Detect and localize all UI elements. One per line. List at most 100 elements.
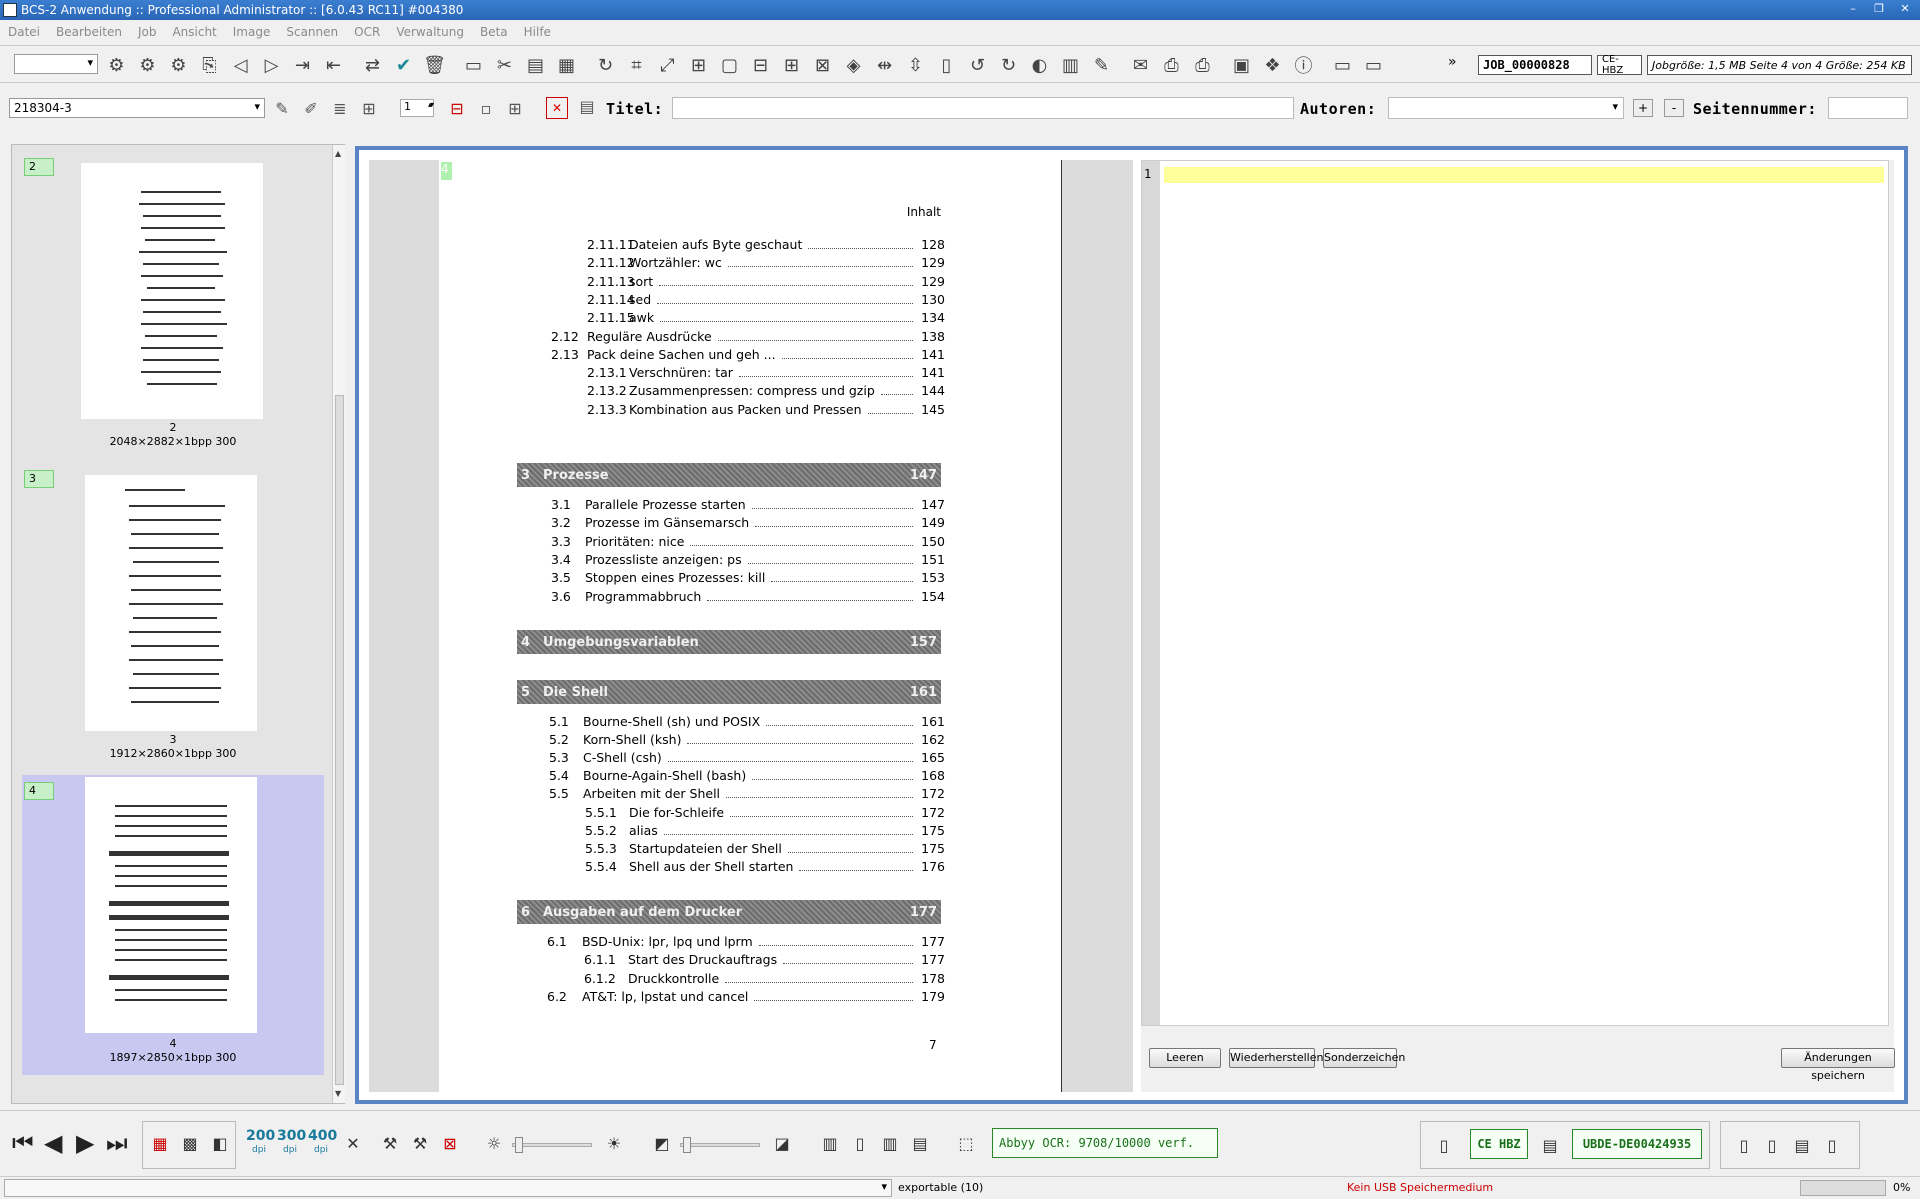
export-icon[interactable]: ⎘	[197, 52, 222, 78]
scanner-icon[interactable]: ▯	[1432, 1133, 1456, 1157]
flip-icon[interactable]: ◈	[841, 52, 866, 78]
tool-c-icon[interactable]: ⊠	[438, 1131, 462, 1155]
wiederherstellen-button[interactable]: Wiederherstellen	[1229, 1048, 1323, 1068]
export-device-icon[interactable]: ▯	[1732, 1133, 1756, 1157]
bw-mode-icon[interactable]: ◧	[208, 1131, 232, 1155]
thumbnail-page-4[interactable]: 4 4 1897×2850×1bpp 300	[22, 775, 324, 1075]
brightness-slider[interactable]	[512, 1137, 592, 1153]
scan-settings-icon[interactable]: ⚙	[135, 52, 160, 78]
export-page-icon[interactable]: ▯	[1760, 1133, 1784, 1157]
send-icon[interactable]: ⇥	[290, 52, 315, 78]
menu-ansicht[interactable]: Ansicht	[164, 25, 224, 39]
presentation-icon[interactable]: ▭	[1361, 52, 1386, 78]
add-author-button[interactable]: +	[1633, 99, 1653, 117]
grid-icon[interactable]: ⊠	[810, 52, 835, 78]
metadata-edit-icon[interactable]: ▤	[576, 97, 598, 119]
page-spinner[interactable]: 1	[400, 99, 434, 117]
maximize-button[interactable]: ❐	[1868, 0, 1890, 18]
draw-tool-icon[interactable]: ✎	[270, 96, 294, 120]
save-disk-icon[interactable]: ▣	[1229, 52, 1254, 78]
menu-ocr[interactable]: OCR	[346, 25, 388, 39]
paste-icon[interactable]: ▤	[523, 52, 548, 78]
thumbnail-page-2[interactable]: 2 2 2048×2882×1bpp 300	[22, 151, 324, 451]
sonderzeichen-button[interactable]: Sonderzeichen	[1323, 1048, 1405, 1068]
page-icon[interactable]: ▯	[934, 52, 959, 78]
scrollbar-thumb[interactable]	[335, 395, 344, 1085]
delete-x-icon[interactable]: ✕	[546, 97, 568, 119]
export-columns-icon[interactable]: ▯	[1820, 1133, 1844, 1157]
add-list-icon[interactable]: ≣	[328, 96, 352, 120]
previous-page-icon[interactable]: ◀	[44, 1129, 62, 1157]
remove-region-icon[interactable]: ⊟	[445, 96, 469, 120]
profile-select[interactable]	[14, 54, 98, 74]
split-horizontal-icon[interactable]: ⊟	[748, 52, 773, 78]
info-icon[interactable]: ⓘ	[1291, 52, 1316, 78]
color-mode-icon[interactable]: ▦	[148, 1131, 172, 1155]
menu-verwaltung[interactable]: Verwaltung	[388, 25, 472, 39]
device-icon[interactable]: ▤	[1538, 1133, 1562, 1157]
rotate-right-icon[interactable]: ↻	[996, 52, 1021, 78]
menu-scannen[interactable]: Scannen	[278, 25, 346, 39]
page-image-area[interactable]: 4 Inhalt 2.11.11 Dateien aufs Byte gescha…	[369, 160, 1133, 1092]
document-select[interactable]: 218304-3	[9, 98, 265, 118]
contrast-slider-knob[interactable]	[683, 1137, 691, 1153]
trash-icon[interactable]: 🗑	[422, 52, 447, 78]
split-icon[interactable]: ▦	[554, 52, 579, 78]
crop-icon[interactable]: ⌗	[624, 52, 649, 78]
brightness-slider-knob[interactable]	[515, 1137, 523, 1153]
region-icon[interactable]: ▫	[474, 96, 498, 120]
dropbox-icon[interactable]: ❖	[1260, 52, 1285, 78]
rotate-icon[interactable]: ↻	[593, 52, 618, 78]
double-page-icon[interactable]: ▥	[878, 1131, 902, 1155]
leeren-button[interactable]: Leeren	[1149, 1048, 1221, 1068]
mail-icon[interactable]: ✉	[1128, 52, 1153, 78]
toolbar-overflow-chevron-icon[interactable]: »	[1448, 54, 1457, 70]
save-changes-button[interactable]: Änderungen speichern	[1781, 1048, 1895, 1082]
split-page-icon[interactable]: ⊞	[686, 52, 711, 78]
frame-icon[interactable]: ▢	[717, 52, 742, 78]
swap-icon[interactable]: ⇄	[360, 52, 385, 78]
first-page-icon[interactable]: ⏮	[12, 1129, 34, 1157]
rotate-left-icon[interactable]: ↺	[965, 52, 990, 78]
open-book-icon[interactable]: ▤	[908, 1131, 932, 1155]
book-view-icon[interactable]: ▥	[818, 1131, 842, 1155]
checkmark-icon[interactable]: ✔	[391, 52, 416, 78]
mirror-v-icon[interactable]: ⇳	[903, 52, 928, 78]
clipboard-icon[interactable]: ▭	[461, 52, 486, 78]
edit-pen-icon[interactable]: ✎	[1089, 52, 1114, 78]
menu-image[interactable]: Image	[225, 25, 279, 39]
grayscale-mode-icon[interactable]: ▩	[178, 1131, 202, 1155]
deskew-icon[interactable]: ⤢	[655, 52, 680, 78]
thumbnail-page-3[interactable]: 3 3 1912×2860×1bpp 300	[22, 463, 324, 763]
close-button[interactable]: ✕	[1894, 0, 1916, 18]
contrast-slider[interactable]	[680, 1137, 760, 1153]
ocr-region-icon[interactable]: ⬚	[954, 1131, 978, 1155]
menu-job[interactable]: Job	[130, 25, 165, 39]
menu-datei[interactable]: Datei	[0, 25, 48, 39]
seitennummer-input[interactable]	[1828, 97, 1908, 119]
menu-hilfe[interactable]: Hilfe	[516, 25, 559, 39]
contrast-icon[interactable]: ◐	[1027, 52, 1052, 78]
next-icon[interactable]: ▷	[259, 52, 284, 78]
scan-tool-icon[interactable]: ✕	[341, 1131, 365, 1155]
tool-a-icon[interactable]: ⚒	[378, 1131, 402, 1155]
ocr-text-editor[interactable]: 1	[1141, 160, 1889, 1026]
region-grid-icon[interactable]: ⊞	[503, 96, 527, 120]
scan-profile-icon[interactable]: ⚙	[166, 52, 191, 78]
menu-bearbeiten[interactable]: Bearbeiten	[48, 25, 130, 39]
dpi-200-button[interactable]: 200 dpi	[246, 1129, 275, 1157]
exit-icon[interactable]: ⇤	[321, 52, 346, 78]
export-stack-icon[interactable]: ▤	[1790, 1133, 1814, 1157]
monitor-icon[interactable]: ▭	[1330, 52, 1355, 78]
pen-tool-icon[interactable]: ✐	[299, 96, 323, 120]
print-icon[interactable]: ⎙	[1159, 52, 1184, 78]
previous-icon[interactable]: ◁	[228, 52, 253, 78]
last-page-icon[interactable]: ⏭	[106, 1129, 128, 1157]
single-page-icon[interactable]: ▯	[848, 1131, 872, 1155]
columns-icon[interactable]: ▥	[1058, 52, 1083, 78]
scroll-down-icon[interactable]: ▼	[335, 1089, 341, 1098]
autoren-select[interactable]	[1388, 97, 1624, 119]
minimize-button[interactable]: –	[1842, 0, 1864, 18]
remove-author-button[interactable]: -	[1664, 99, 1684, 117]
tool-b-icon[interactable]: ⚒	[408, 1131, 432, 1155]
